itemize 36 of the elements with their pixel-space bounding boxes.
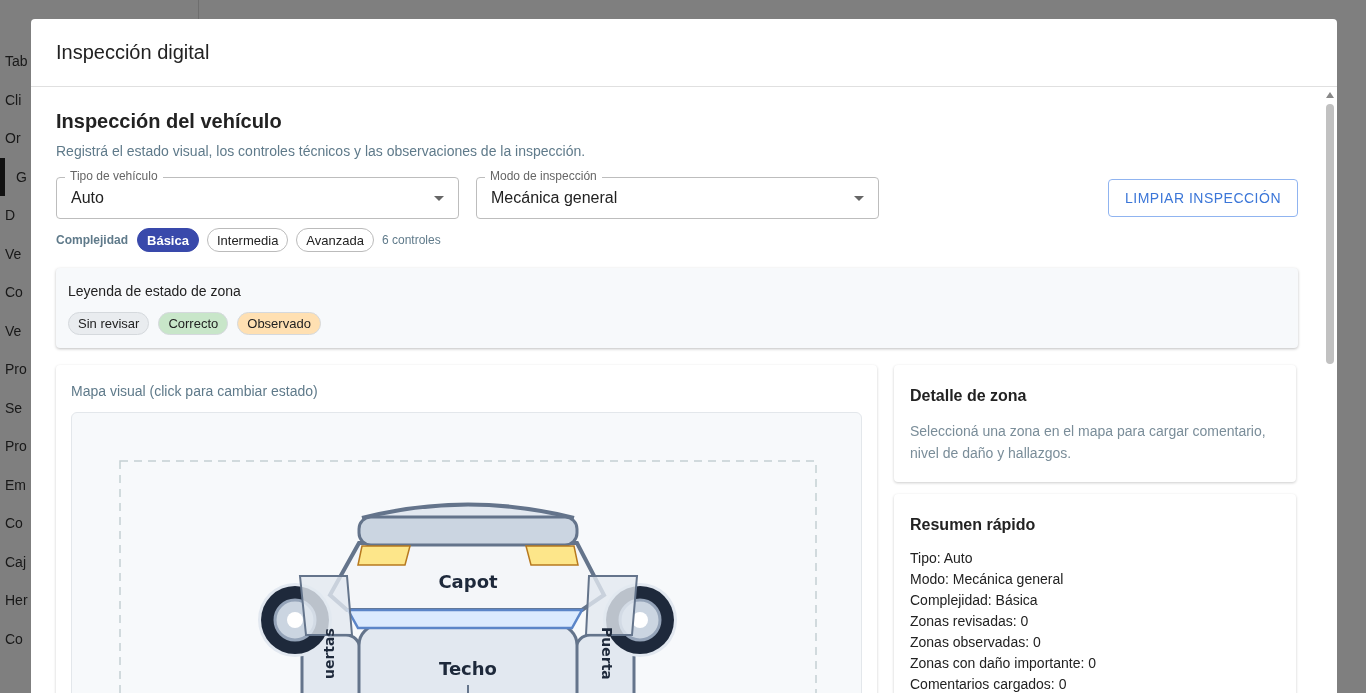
complexity-chip[interactable]: Intermedia [206,228,289,252]
summary-line: Modo: Mecánica general [910,570,1065,589]
summary-line: Zonas observadas: 0 [910,633,1042,652]
field-value: Mecánica general [491,189,619,207]
zone-label[interactable]: Techo [439,658,497,679]
summary-line: Tipo: Auto [910,549,974,568]
dialog-title: Inspección digital [56,41,210,64]
scroll-up-icon[interactable] [1326,92,1334,98]
summary-line: Comentarios cargados: 0 [910,675,1068,693]
summary-line: Zonas con daño importante: 0 [910,654,1097,673]
summary-line: Complejidad: Básica [910,591,1039,610]
card-title: Detalle de zona [910,387,1028,405]
controls-count: 6 controles [381,233,441,247]
field-label: Modo de inspección [485,169,602,183]
status-chip: Sin revisar [68,312,150,335]
complexity-chip[interactable]: Básica [137,228,199,252]
complexity-chip[interactable]: Avanzada [296,228,374,252]
section-subtitle: Registrá el estado visual, los controles técnicos y las observaciones de la inspección. [56,143,587,159]
field-label: Tipo de vehículo [65,169,163,183]
caret-icon [434,195,444,201]
clear-inspection-button[interactable]: LIMPIAR INSPECCIÓN [1108,179,1298,217]
status-chip: Correcto [158,312,229,335]
map-title: Mapa visual (click para cambiar estado) [71,383,319,399]
summary-line: Zonas revisadas: 0 [910,612,1030,631]
zone-label[interactable]: uertas [321,628,337,679]
caret-icon [854,195,864,201]
legend-title: Leyenda de estado de zona [68,283,242,299]
section-heading: Inspección del vehículo [56,109,283,134]
zone-label[interactable]: Puerta [599,627,615,680]
status-chip: Observado [237,312,321,335]
zone-label[interactable]: Capot [438,571,498,592]
complexity-label: Complejidad [56,233,128,247]
scrollbar-thumb[interactable] [1326,104,1334,364]
field-value: Auto [71,189,105,207]
detail-text: Seleccioná una zona en el mapa para cargar comentario, nivel de daño y hallazgos. [910,422,1267,463]
card-title: Resumen rápido [910,516,1037,534]
